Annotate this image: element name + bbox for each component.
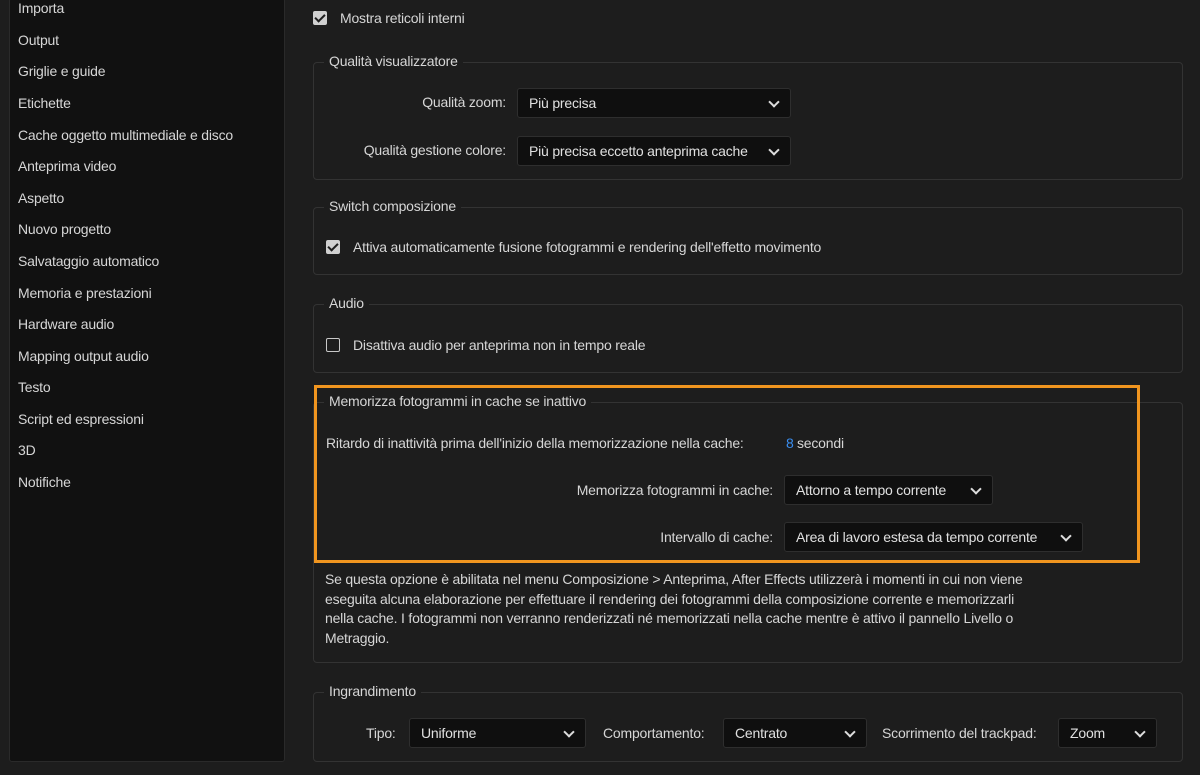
- type-value: Uniforme: [421, 725, 477, 741]
- sidebar-item-testo[interactable]: Testo: [18, 379, 51, 395]
- audio-title: Audio: [324, 295, 369, 311]
- sidebar-item-notifiche[interactable]: Notifiche: [18, 474, 71, 490]
- chevron-down-icon: [768, 144, 780, 156]
- trackpad-dropdown[interactable]: Zoom: [1058, 718, 1157, 748]
- sidebar-item-nuovo-progetto[interactable]: Nuovo progetto: [18, 221, 111, 237]
- behavior-dropdown[interactable]: Centrato: [723, 718, 867, 748]
- sidebar-item-mapping-audio[interactable]: Mapping output audio: [18, 348, 149, 364]
- viewer-quality-title: Qualità visualizzatore: [324, 53, 463, 69]
- preferences-sidebar: Importa Output Griglie e guide Etichette…: [9, 0, 285, 762]
- sidebar-item-salvataggio[interactable]: Salvataggio automatico: [18, 253, 159, 269]
- sidebar-item-output[interactable]: Output: [18, 32, 59, 48]
- show-grids-checkbox[interactable]: [313, 11, 327, 25]
- sidebar-item-memoria[interactable]: Memoria e prestazioni: [18, 285, 152, 301]
- sidebar-item-etichette[interactable]: Etichette: [18, 95, 71, 111]
- trackpad-value: Zoom: [1070, 725, 1105, 741]
- color-quality-label: Qualità gestione colore:: [363, 142, 506, 158]
- frame-blending-label: Attiva automaticamente fusione fotogramm…: [353, 239, 822, 255]
- frame-blending-checkbox[interactable]: [326, 240, 340, 254]
- sidebar-item-importa[interactable]: Importa: [18, 0, 64, 16]
- sidebar-item-3d[interactable]: 3D: [18, 442, 36, 458]
- magnification-title: Ingrandimento: [324, 683, 421, 699]
- highlight-box: [314, 385, 1140, 563]
- mute-audio-label: Disattiva audio per anteprima non in tem…: [353, 337, 646, 353]
- chevron-down-icon: [1134, 726, 1146, 738]
- show-grids-label: Mostra reticoli interni: [340, 10, 465, 26]
- chevron-down-icon: [844, 726, 856, 738]
- behavior-value: Centrato: [735, 725, 788, 741]
- type-dropdown[interactable]: Uniforme: [409, 718, 586, 748]
- sidebar-item-script[interactable]: Script ed espressioni: [18, 411, 144, 427]
- type-label: Tipo:: [366, 725, 396, 741]
- color-quality-dropdown[interactable]: Più precisa eccetto anteprima cache: [517, 136, 791, 166]
- sidebar-item-anteprima-video[interactable]: Anteprima video: [18, 158, 116, 174]
- mute-audio-checkbox[interactable]: [326, 338, 340, 352]
- zoom-quality-dropdown[interactable]: Più precisa: [517, 88, 791, 118]
- chevron-down-icon: [563, 726, 575, 738]
- zoom-quality-value: Più precisa: [529, 95, 597, 111]
- color-quality-value: Più precisa eccetto anteprima cache: [529, 143, 748, 159]
- zoom-quality-label: Qualità zoom:: [422, 94, 506, 110]
- trackpad-label: Scorrimento del trackpad:: [882, 725, 1037, 741]
- behavior-label: Comportamento:: [603, 725, 705, 741]
- sidebar-item-hardware-audio[interactable]: Hardware audio: [18, 316, 114, 332]
- switch-composition-title: Switch composizione: [324, 198, 461, 214]
- cache-idle-description: Se questa opzione è abilitata nel menu C…: [325, 571, 1023, 646]
- sidebar-item-cache[interactable]: Cache oggetto multimediale e disco: [18, 127, 233, 143]
- chevron-down-icon: [768, 96, 780, 108]
- sidebar-item-griglie[interactable]: Griglie e guide: [18, 63, 105, 79]
- sidebar-item-aspetto[interactable]: Aspetto: [18, 190, 64, 206]
